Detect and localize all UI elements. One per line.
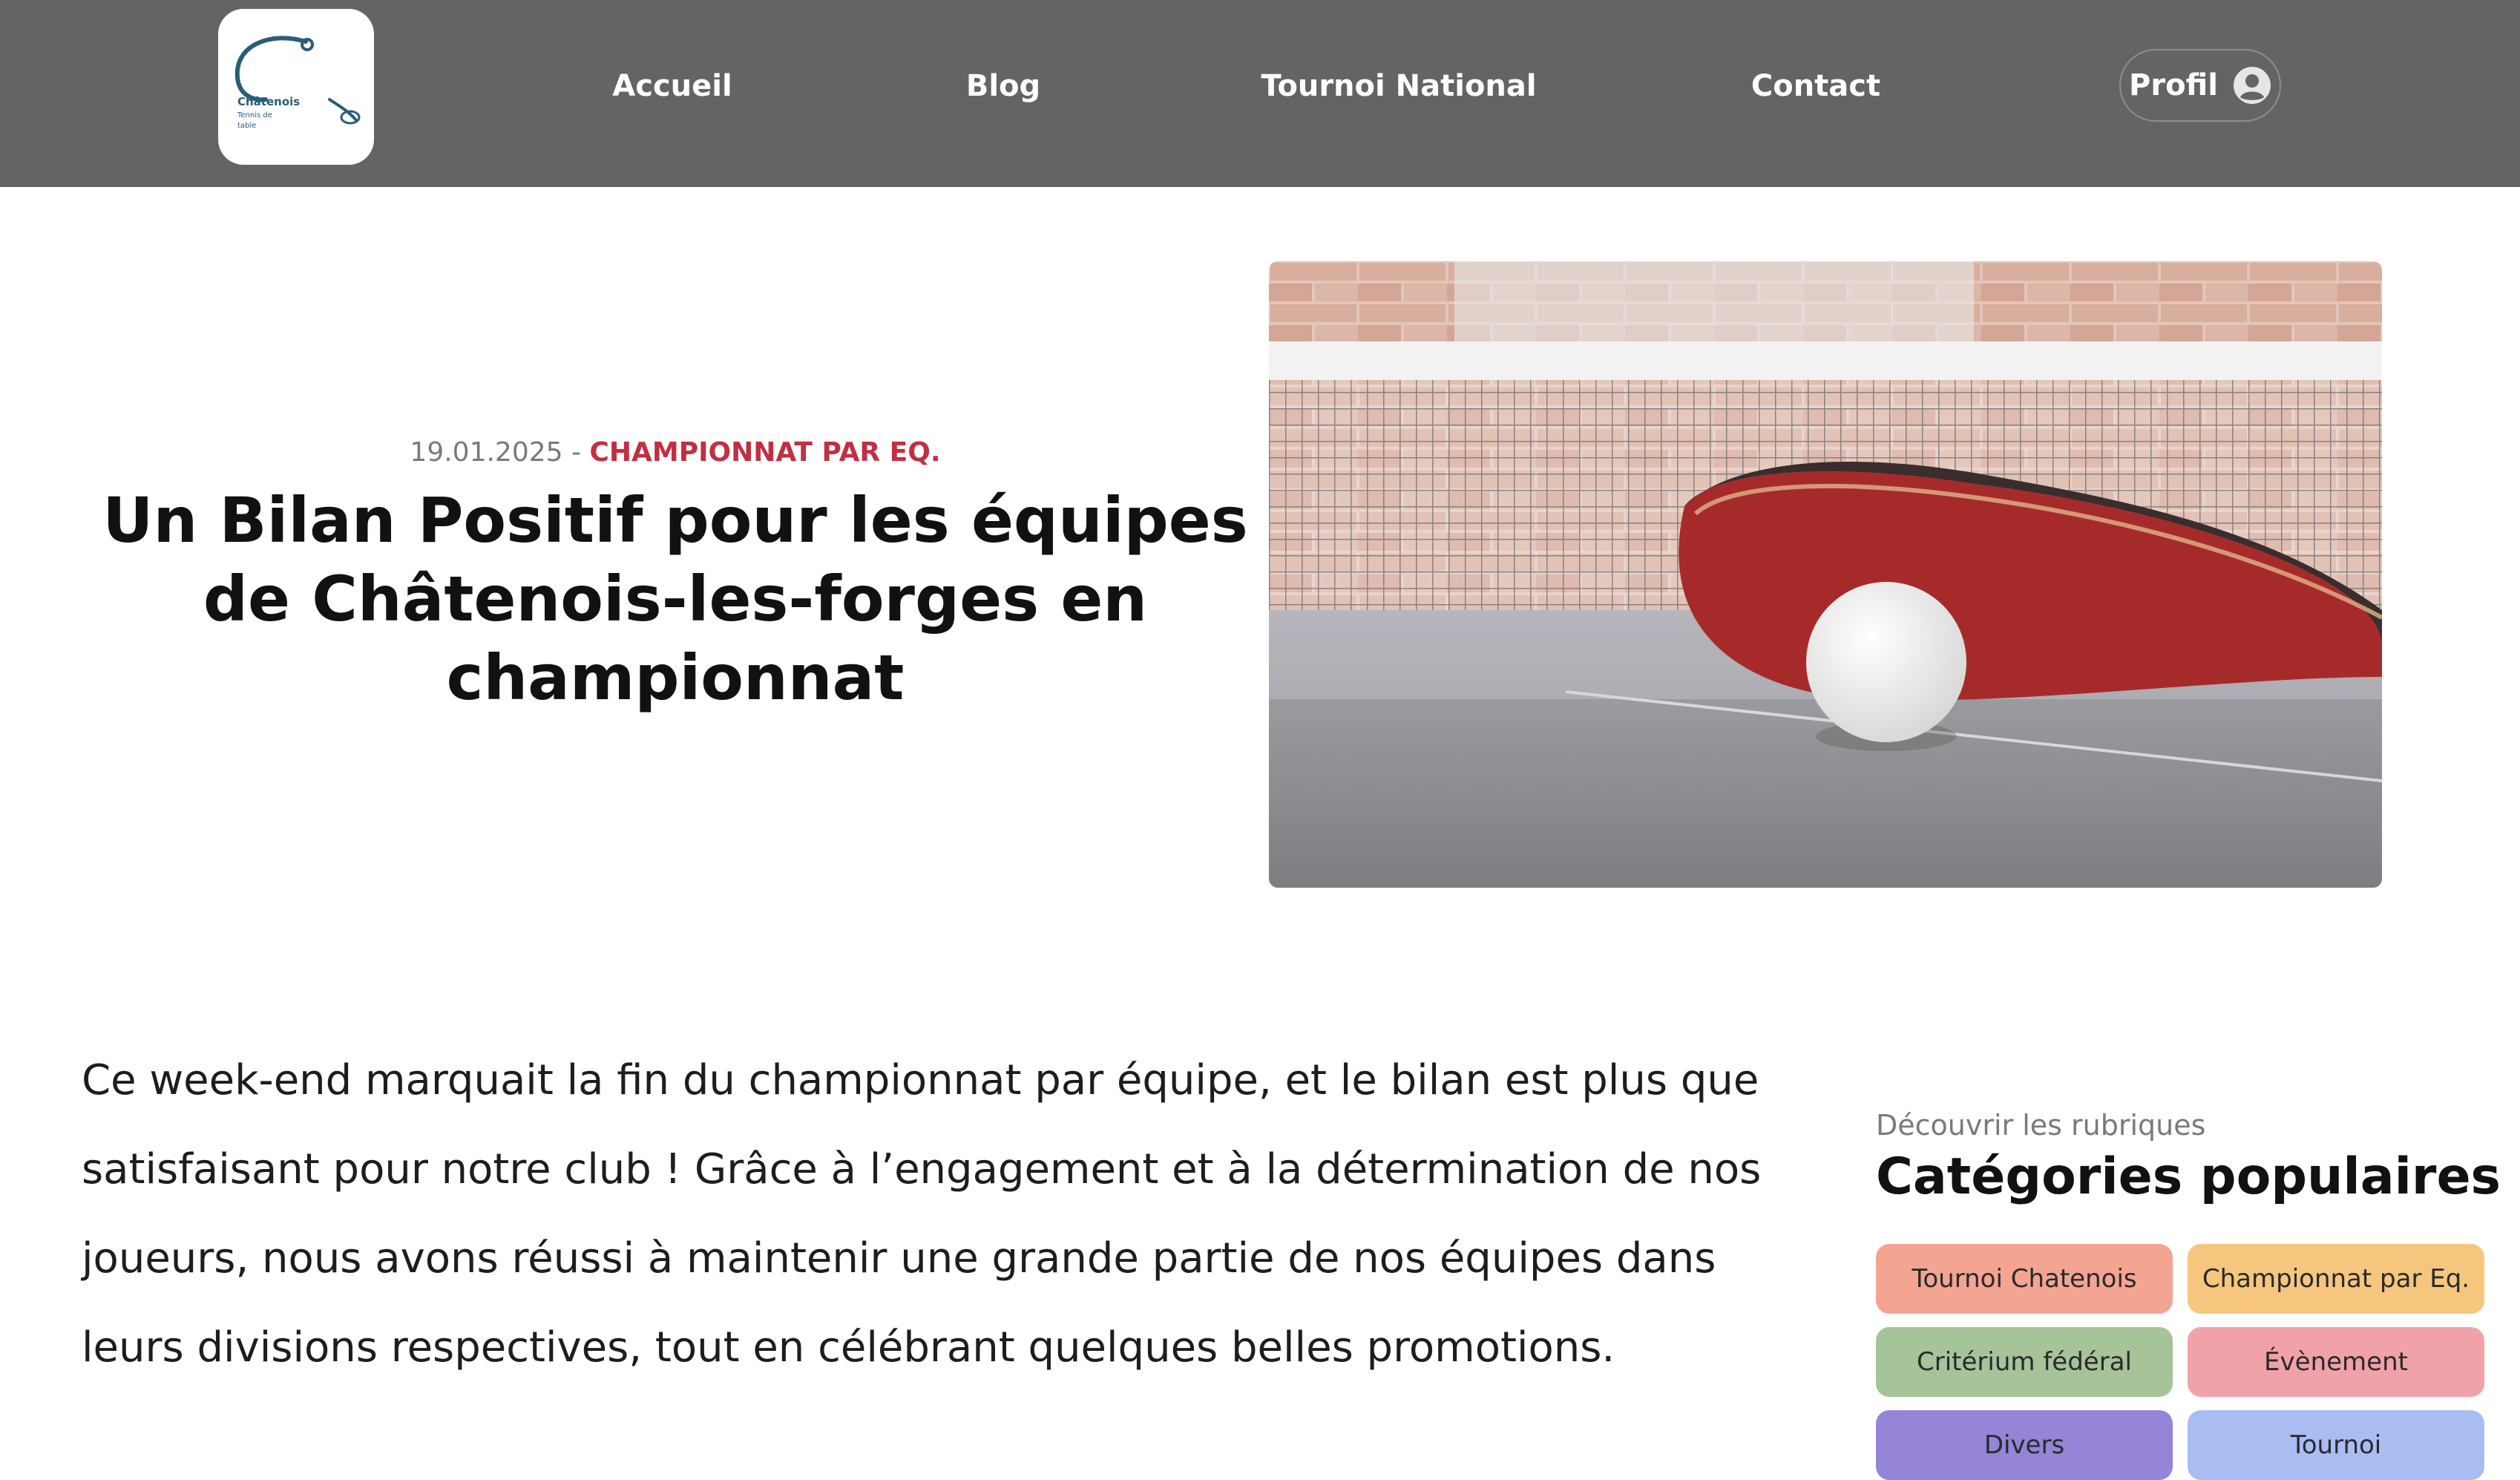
category-pill-divers[interactable]: Divers: [1876, 1410, 2173, 1480]
category-pill-championnat[interactable]: Championnat par Eq.: [2188, 1244, 2484, 1314]
user-circle-icon: [2233, 66, 2271, 105]
svg-text:table: table: [237, 122, 256, 130]
nav-blog[interactable]: Blog: [966, 64, 1040, 108]
club-logo-icon: Châtenois Tennis de table: [234, 36, 361, 130]
svg-text:Tennis de: Tennis de: [237, 111, 272, 119]
post-title: Un Bilan Positif pour les équipes de Châ…: [102, 484, 1248, 714]
svg-text:Châtenois: Châtenois: [237, 95, 300, 108]
nav-contact[interactable]: Contact: [1751, 64, 1880, 108]
post-category-link[interactable]: CHAMPIONNAT PAR EQ.: [589, 437, 940, 468]
sidebar-kicker: Découvrir les rubriques: [1876, 1109, 2206, 1142]
top-navigation-bar: Châtenois Tennis de table Accueil Blog T…: [0, 0, 2520, 187]
profile-button[interactable]: Profil: [2119, 49, 2281, 122]
nav-accueil[interactable]: Accueil: [612, 64, 732, 108]
nav-tournoi-national[interactable]: Tournoi National: [1261, 64, 1536, 108]
post-meta: 19.01.2025 - CHAMPIONNAT PAR EQ.: [82, 430, 1269, 475]
category-pill-tournoi-chatenois[interactable]: Tournoi Chatenois: [1876, 1244, 2173, 1314]
club-logo[interactable]: Châtenois Tennis de table: [218, 9, 374, 165]
profile-label: Profil: [2129, 68, 2218, 102]
post-body: Ce week-end marquait la fin du championn…: [82, 1056, 1762, 1372]
category-pill-evenement[interactable]: Évènement: [2188, 1327, 2484, 1397]
meta-separator: -: [571, 437, 581, 468]
hero-image: [1269, 261, 2382, 888]
sidebar-title: Catégories populaires: [1876, 1147, 2501, 1206]
category-pill-tournoi[interactable]: Tournoi: [2188, 1410, 2484, 1480]
post-date: 19.01.2025: [410, 437, 563, 468]
table-tennis-photo-icon: [1269, 261, 2382, 888]
category-pill-criterium[interactable]: Critérium fédéral: [1876, 1327, 2173, 1397]
